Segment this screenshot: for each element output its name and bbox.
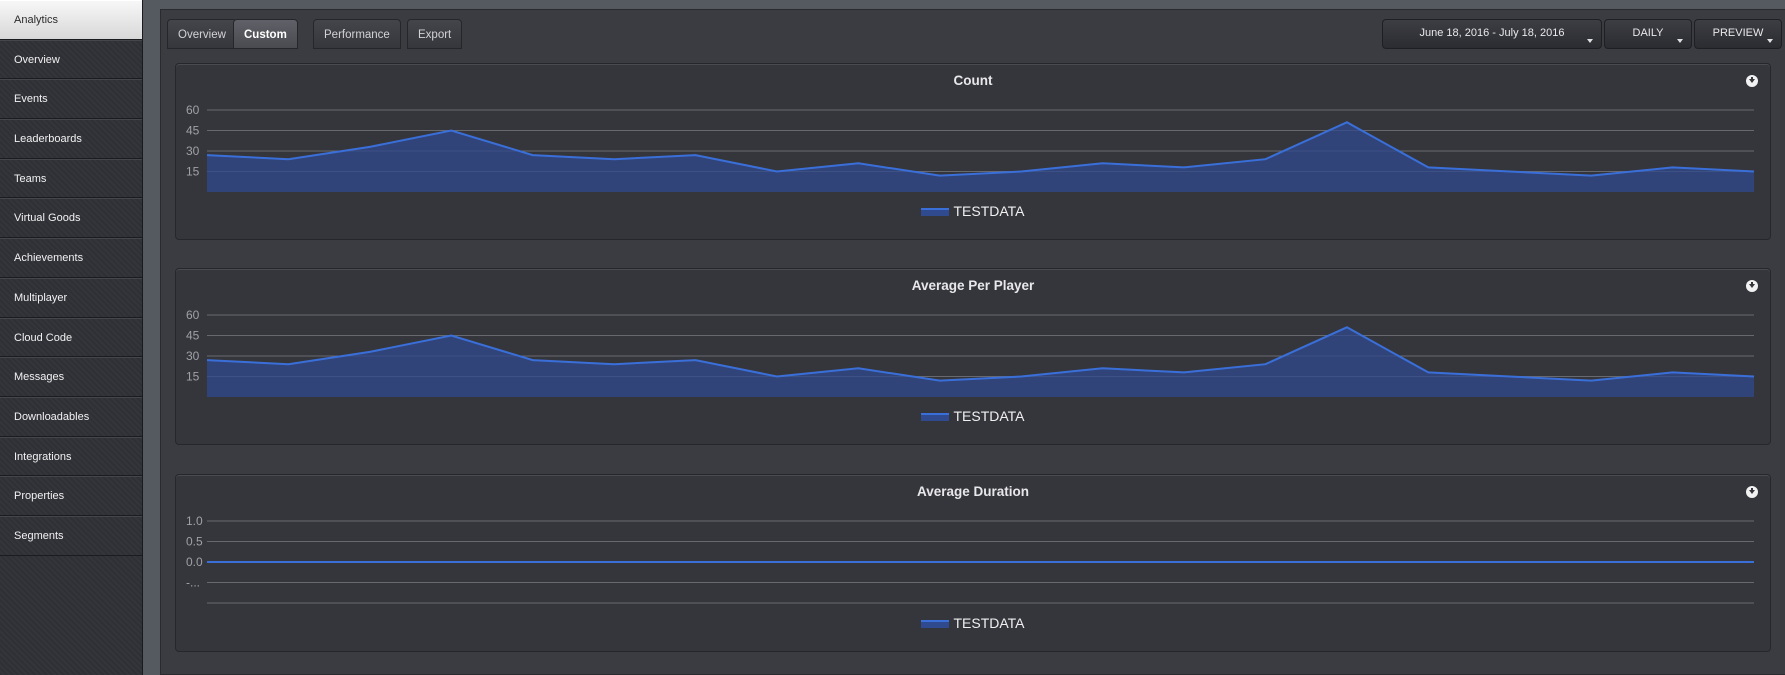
- tab-performance[interactable]: Performance: [313, 19, 401, 49]
- legend-label: TESTDATA: [953, 203, 1025, 219]
- preview-label: PREVIEW: [1712, 27, 1764, 39]
- y-tick-label: 0.5: [186, 535, 203, 549]
- sidebar-item-virtual-goods[interactable]: Virtual Goods: [0, 198, 142, 239]
- y-tick-label: 45: [186, 329, 200, 343]
- y-tick-label: 60: [186, 103, 200, 117]
- chart-legend: TESTDATA: [176, 615, 1770, 631]
- legend-label: TESTDATA: [953, 615, 1025, 631]
- legend-label: TESTDATA: [953, 408, 1025, 424]
- interval-dropdown[interactable]: DAILY: [1604, 19, 1692, 49]
- sidebar-item-messages[interactable]: Messages: [0, 357, 142, 397]
- y-tick-label: 0.0: [186, 555, 203, 569]
- chart-panel-count: Count 60 45 30 15 TESTDATA: [175, 63, 1771, 240]
- tab-export[interactable]: Export: [407, 19, 463, 49]
- chart-panel-average-per-player: Average Per Player 60 45 30 15 TESTDATA: [175, 268, 1771, 445]
- chart-legend: TESTDATA: [176, 203, 1770, 219]
- y-tick-label: 30: [186, 144, 200, 158]
- sidebar-item-events[interactable]: Events: [0, 79, 142, 120]
- tab-custom[interactable]: Custom: [233, 19, 298, 49]
- sidebar-nav: Analytics Overview Events Leaderboards Teams…: [0, 0, 143, 675]
- sidebar-item-analytics[interactable]: Analytics: [0, 0, 142, 40]
- chart-panel-average-duration: Average Duration 1.0 0.5 0.0 -... TESTDATA: [175, 474, 1771, 652]
- legend-swatch: [921, 208, 950, 217]
- y-tick-label: 15: [186, 370, 200, 384]
- analytics-toolbar: Overview Custom Performance Export June …: [161, 10, 1785, 52]
- sidebar-item-cloud-code[interactable]: Cloud Code: [0, 317, 142, 358]
- sidebar-item-segments[interactable]: Segments: [0, 515, 142, 556]
- y-tick-label: 60: [186, 308, 200, 322]
- legend-swatch: [921, 620, 950, 629]
- main-content: Overview Custom Performance Export June …: [160, 9, 1785, 675]
- sidebar-item-integrations[interactable]: Integrations: [0, 436, 142, 477]
- sidebar-item-properties[interactable]: Properties: [0, 476, 142, 516]
- legend-swatch: [921, 413, 950, 422]
- tab-overview[interactable]: Overview: [167, 19, 237, 49]
- y-tick-label: 1.0: [186, 514, 203, 528]
- preview-dropdown[interactable]: PREVIEW: [1694, 19, 1782, 49]
- y-tick-label: 30: [186, 349, 200, 363]
- date-range-label: June 18, 2016 - July 18, 2016: [1419, 27, 1565, 39]
- chart-legend: TESTDATA: [176, 408, 1770, 424]
- chevron-down-icon: [1677, 39, 1683, 43]
- sidebar-item-achievements[interactable]: Achievements: [0, 238, 142, 278]
- sidebar-item-downloadables[interactable]: Downloadables: [0, 396, 142, 437]
- y-tick-label: -...: [186, 576, 200, 590]
- y-tick-label: 45: [186, 124, 200, 138]
- interval-label: DAILY: [1632, 27, 1664, 39]
- sidebar-item-overview[interactable]: Overview: [0, 39, 142, 80]
- sidebar-item-leaderboards[interactable]: Leaderboards: [0, 119, 142, 159]
- chevron-down-icon: [1767, 39, 1773, 43]
- y-tick-label: 15: [186, 165, 200, 179]
- chevron-down-icon: [1587, 39, 1593, 43]
- date-range-dropdown[interactable]: June 18, 2016 - July 18, 2016: [1382, 19, 1602, 49]
- sidebar-item-multiplayer[interactable]: Multiplayer: [0, 277, 142, 318]
- sidebar-item-teams[interactable]: Teams: [0, 158, 142, 199]
